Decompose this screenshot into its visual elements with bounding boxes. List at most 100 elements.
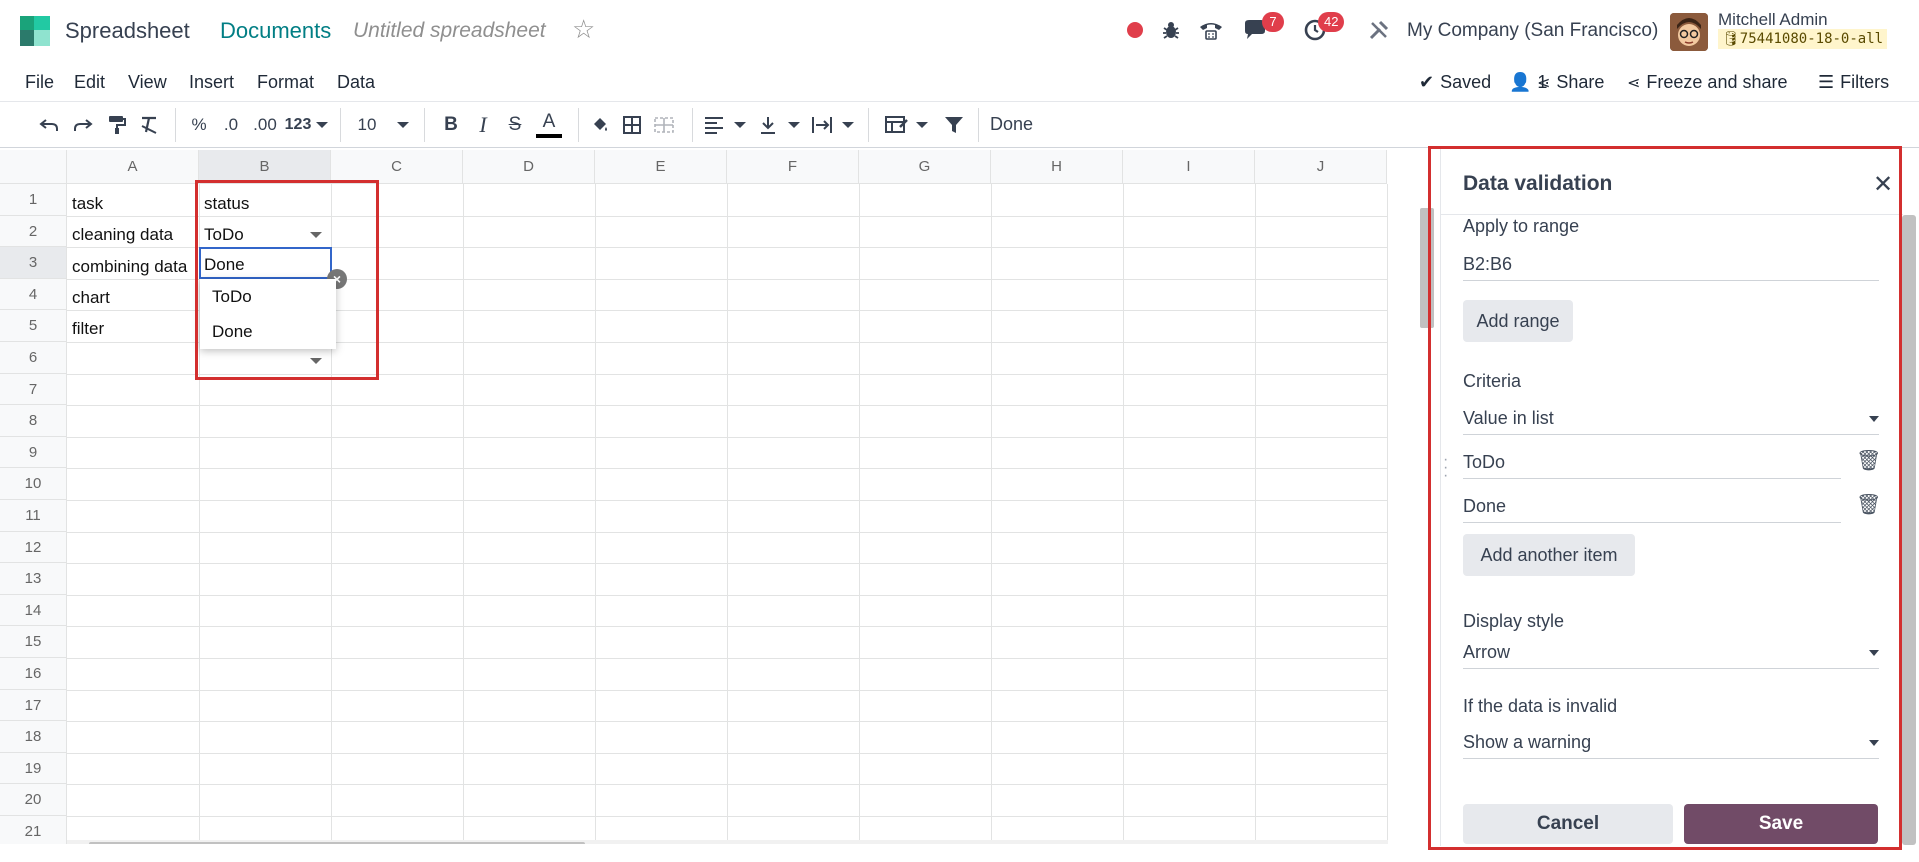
freeze-and-share-button[interactable]: ⋖ Freeze and share — [1627, 72, 1788, 93]
row-header-18[interactable]: 18 — [0, 721, 67, 753]
row-header-9[interactable]: 9 — [0, 436, 67, 469]
grid-line — [727, 184, 728, 844]
menu-file[interactable]: File — [25, 72, 54, 93]
row-header-6[interactable]: 6 — [0, 342, 67, 374]
star-icon[interactable]: ☆ — [572, 14, 595, 45]
toolbar-separator — [340, 108, 341, 142]
undo-icon[interactable] — [36, 110, 62, 140]
spreadsheet-grid[interactable]: A B C D E F G H I J 1 2 3 4 5 6 7 8 9 10 11 12 13 14 1… — [0, 150, 1388, 844]
panel-highlight-box — [1428, 146, 1902, 850]
row-header-7[interactable]: 7 — [0, 373, 67, 406]
fill-color-icon[interactable] — [588, 110, 612, 140]
paint-format-icon[interactable] — [104, 110, 130, 140]
app-name[interactable]: Spreadsheet — [65, 18, 190, 44]
row-header-21[interactable]: 21 — [0, 816, 67, 844]
filter-icon[interactable] — [942, 110, 966, 140]
column-header-f[interactable]: F — [727, 150, 859, 184]
formula-bar-input[interactable]: Done — [990, 114, 1033, 135]
row-header-14[interactable]: 14 — [0, 594, 67, 627]
user-avatar[interactable] — [1670, 13, 1708, 51]
spreadsheet-app-icon[interactable] — [20, 16, 50, 46]
row-header-5[interactable]: 5 — [0, 310, 67, 342]
grid-line — [67, 594, 1387, 596]
row-header-10[interactable]: 10 — [0, 468, 67, 500]
grid-line — [991, 184, 992, 844]
menu-format[interactable]: Format — [257, 72, 314, 93]
redo-icon[interactable] — [70, 110, 96, 140]
chevron-down-icon[interactable] — [842, 122, 854, 128]
chevron-down-icon[interactable] — [734, 122, 746, 128]
share-button[interactable]: ⋖ Share — [1537, 72, 1604, 93]
strikethrough-button[interactable]: S — [504, 110, 526, 140]
cell-a4[interactable]: chart — [72, 288, 110, 308]
row-header-17[interactable]: 17 — [0, 689, 67, 722]
chevron-down-icon[interactable] — [316, 122, 328, 128]
chevron-down-icon[interactable] — [916, 122, 928, 128]
decrease-decimal-button[interactable]: .0 — [220, 110, 242, 140]
column-header-h[interactable]: H — [991, 150, 1123, 184]
phone-icon[interactable] — [1196, 14, 1226, 46]
user-name[interactable]: Mitchell Admin — [1718, 10, 1828, 30]
column-header-i[interactable]: I — [1123, 150, 1255, 184]
font-size-value[interactable]: 10 — [356, 110, 378, 140]
grid-corner[interactable] — [0, 150, 67, 184]
row-header-12[interactable]: 12 — [0, 531, 67, 564]
breadcrumb-documents[interactable]: Documents — [220, 18, 331, 44]
bold-button[interactable]: B — [440, 110, 462, 140]
cell-a5[interactable]: filter — [72, 319, 104, 339]
horizontal-align-icon[interactable] — [702, 110, 726, 140]
debug-tools-icon[interactable] — [1366, 14, 1392, 46]
column-header-g[interactable]: G — [859, 150, 991, 184]
horizontal-scroll-thumb[interactable] — [89, 842, 585, 844]
chevron-down-icon[interactable] — [788, 122, 800, 128]
increase-decimal-button[interactable]: .00 — [250, 110, 280, 140]
text-wrap-icon[interactable] — [810, 110, 834, 140]
format-percent-button[interactable]: % — [188, 110, 210, 140]
panel-scrollbar[interactable] — [1902, 215, 1916, 845]
menu-view[interactable]: View — [128, 72, 167, 93]
horizontal-scrollbar[interactable] — [67, 840, 1388, 844]
grid-line — [859, 184, 860, 844]
row-header-11[interactable]: 11 — [0, 500, 67, 532]
cell-a2[interactable]: cleaning data — [72, 225, 173, 245]
company-switcher[interactable]: My Company (San Francisco) — [1407, 20, 1658, 42]
text-color-button[interactable]: A — [536, 110, 562, 138]
filters-button[interactable]: ☰ Filters — [1818, 72, 1889, 93]
menu-edit[interactable]: Edit — [74, 72, 105, 93]
column-header-j[interactable]: J — [1255, 150, 1387, 184]
grid-line — [67, 531, 1387, 533]
column-header-c[interactable]: C — [331, 150, 463, 184]
column-header-e[interactable]: E — [595, 150, 727, 184]
row-header-4[interactable]: 4 — [0, 278, 67, 311]
document-title[interactable]: Untitled spreadsheet — [353, 19, 546, 43]
row-header-15[interactable]: 15 — [0, 626, 67, 658]
toolbar-separator — [424, 108, 425, 142]
database-icon: 🛢 — [1722, 31, 1740, 47]
row-header-8[interactable]: 8 — [0, 405, 67, 437]
row-header-16[interactable]: 16 — [0, 658, 67, 690]
borders-icon[interactable] — [620, 110, 644, 140]
clear-format-icon[interactable] — [136, 110, 162, 140]
toolbar-separator — [978, 108, 979, 142]
row-header-3[interactable]: 3 — [0, 247, 67, 279]
row-header-2[interactable]: 2 — [0, 215, 67, 248]
vertical-align-icon[interactable] — [756, 110, 780, 140]
column-header-b[interactable]: B — [199, 150, 331, 184]
bug-icon[interactable] — [1158, 14, 1184, 46]
chevron-down-icon[interactable] — [397, 122, 409, 128]
row-header-19[interactable]: 19 — [0, 752, 67, 785]
italic-button[interactable]: I — [472, 110, 494, 140]
row-header-13[interactable]: 13 — [0, 563, 67, 595]
cell-a1[interactable]: task — [72, 194, 103, 214]
number-format-button[interactable]: 123 — [282, 110, 314, 140]
row-header-1[interactable]: 1 — [0, 184, 67, 216]
menu-data[interactable]: Data — [337, 72, 375, 93]
row-header-20[interactable]: 20 — [0, 784, 67, 816]
column-header-a[interactable]: A — [67, 150, 199, 184]
record-icon[interactable] — [1124, 14, 1146, 46]
insert-table-icon[interactable] — [884, 110, 910, 140]
column-header-d[interactable]: D — [463, 150, 595, 184]
menu-insert[interactable]: Insert — [189, 72, 234, 93]
merge-cells-icon[interactable] — [652, 110, 676, 140]
cell-a3[interactable]: combining data — [72, 257, 199, 277]
